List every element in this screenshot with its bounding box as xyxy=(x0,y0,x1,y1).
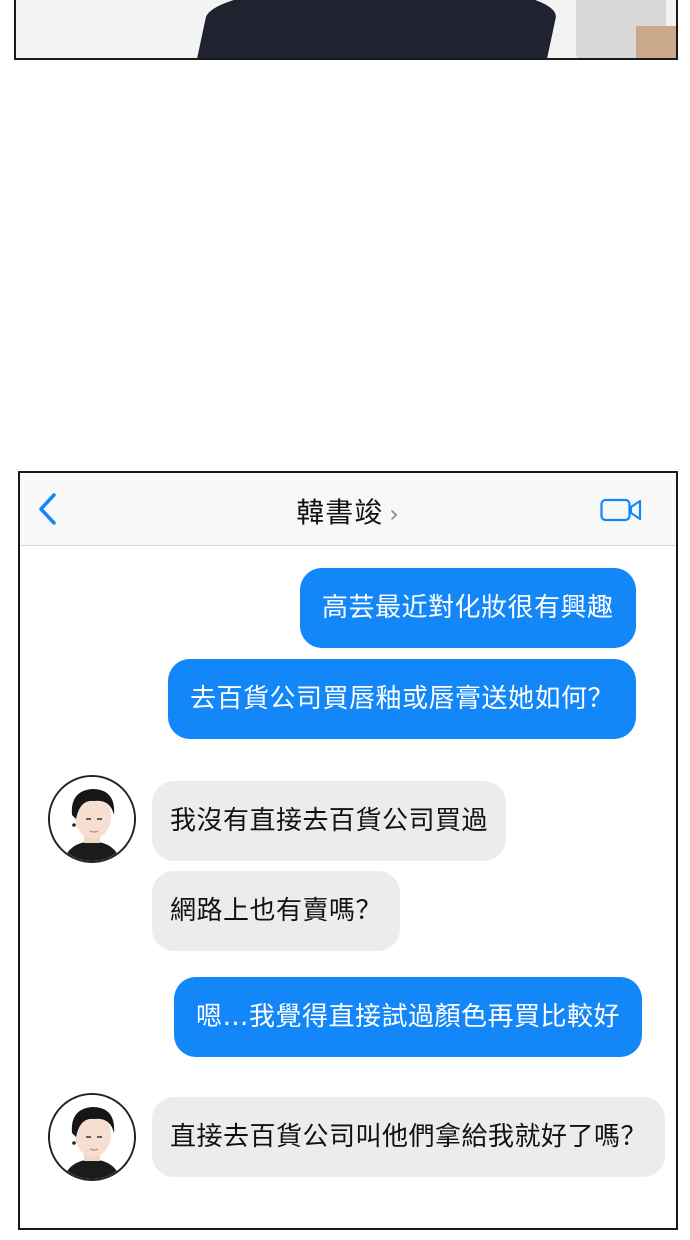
contact-avatar[interactable] xyxy=(48,1093,136,1181)
outgoing-message: 高芸最近對化妝很有興趣 xyxy=(300,568,636,648)
chevron-right-icon: › xyxy=(389,500,400,528)
contact-avatar[interactable] xyxy=(48,775,136,863)
incoming-message: 我沒有直接去百貨公司買過 xyxy=(152,781,507,861)
coat-illustration xyxy=(195,0,563,58)
chat-screen: 韓書竣 › 高芸最近對化妝很有興趣 去百貨公司買唇釉或唇膏送她如何？ 我沒有直接去… xyxy=(18,471,678,1230)
comic-panel-top xyxy=(14,0,678,60)
video-camera-icon[interactable] xyxy=(600,497,642,523)
contact-name-button[interactable]: 韓書竣 › xyxy=(20,491,676,531)
chat-header: 韓書竣 › xyxy=(20,473,676,546)
outgoing-message: 嗯…我覺得直接試過顏色再買比較好 xyxy=(174,977,643,1057)
floor-illustration xyxy=(636,26,676,58)
outgoing-message: 去百貨公司買唇釉或唇膏送她如何？ xyxy=(168,659,637,739)
incoming-message: 網路上也有賣嗎？ xyxy=(152,871,401,951)
incoming-message: 直接去百貨公司叫他們拿給我就好了嗎？ xyxy=(152,1097,666,1177)
contact-name: 韓書竣 xyxy=(296,496,384,529)
